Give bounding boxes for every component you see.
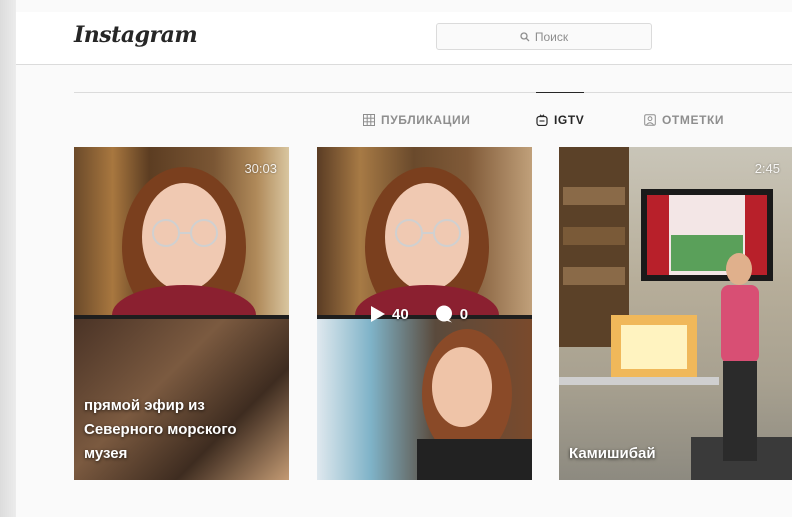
tagged-icon [644,114,656,126]
active-tab-indicator [536,92,584,93]
classroom-illustration [559,147,792,480]
tab-igtv[interactable]: IGTV [536,113,584,127]
video-thumbnail-bottom [317,319,532,480]
portrait-illustration [417,329,532,480]
browser-sidebar-edge [0,0,16,517]
tabs-divider [74,92,792,93]
video-thumbnail-top [317,147,532,315]
tab-tagged-label: ОТМЕТКИ [662,113,725,127]
comment-icon [435,305,452,323]
plays-stat: 40 [371,306,409,323]
top-navigation-bar: Instagram Поиск [16,12,792,65]
comments-stat: 0 [435,305,468,323]
video-thumbnail [559,147,792,480]
video-duration: 30:03 [244,161,277,176]
tab-publications[interactable]: ПУБЛИКАЦИИ [363,113,470,127]
profile-tabs: ПУБЛИКАЦИИ IGTV ОТМЕТКИ [16,113,792,131]
profile-page: Instagram Поиск ПУБЛИКАЦИИ IGTV ОТМЕТКИ [16,0,792,517]
video-caption: прямой эфир из Северного морского музея [84,397,237,462]
plays-count: 40 [392,305,409,323]
search-placeholder: Поиск [534,29,569,44]
igtv-video-tile[interactable]: 2:45 Камишибай [559,147,792,480]
comments-count: 0 [459,305,469,323]
igtv-icon [536,114,548,126]
igtv-video-tile[interactable]: 40 0 [317,147,532,480]
play-icon [371,306,385,322]
search-icon [520,31,530,41]
video-stats: 40 0 [371,305,486,323]
instagram-logo[interactable]: Instagram [74,22,198,48]
search-input[interactable]: Поиск [436,23,652,50]
grid-icon [363,114,375,126]
portrait-illustration [355,167,499,315]
video-caption: Камишибай [569,445,656,462]
video-duration: 2:45 [754,161,780,176]
tab-publications-label: ПУБЛИКАЦИИ [381,113,471,127]
igtv-video-tile[interactable]: 30:03 прямой эфир из Северного морского … [74,147,289,480]
tab-tagged[interactable]: ОТМЕТКИ [644,113,724,127]
tab-igtv-label: IGTV [554,113,585,127]
